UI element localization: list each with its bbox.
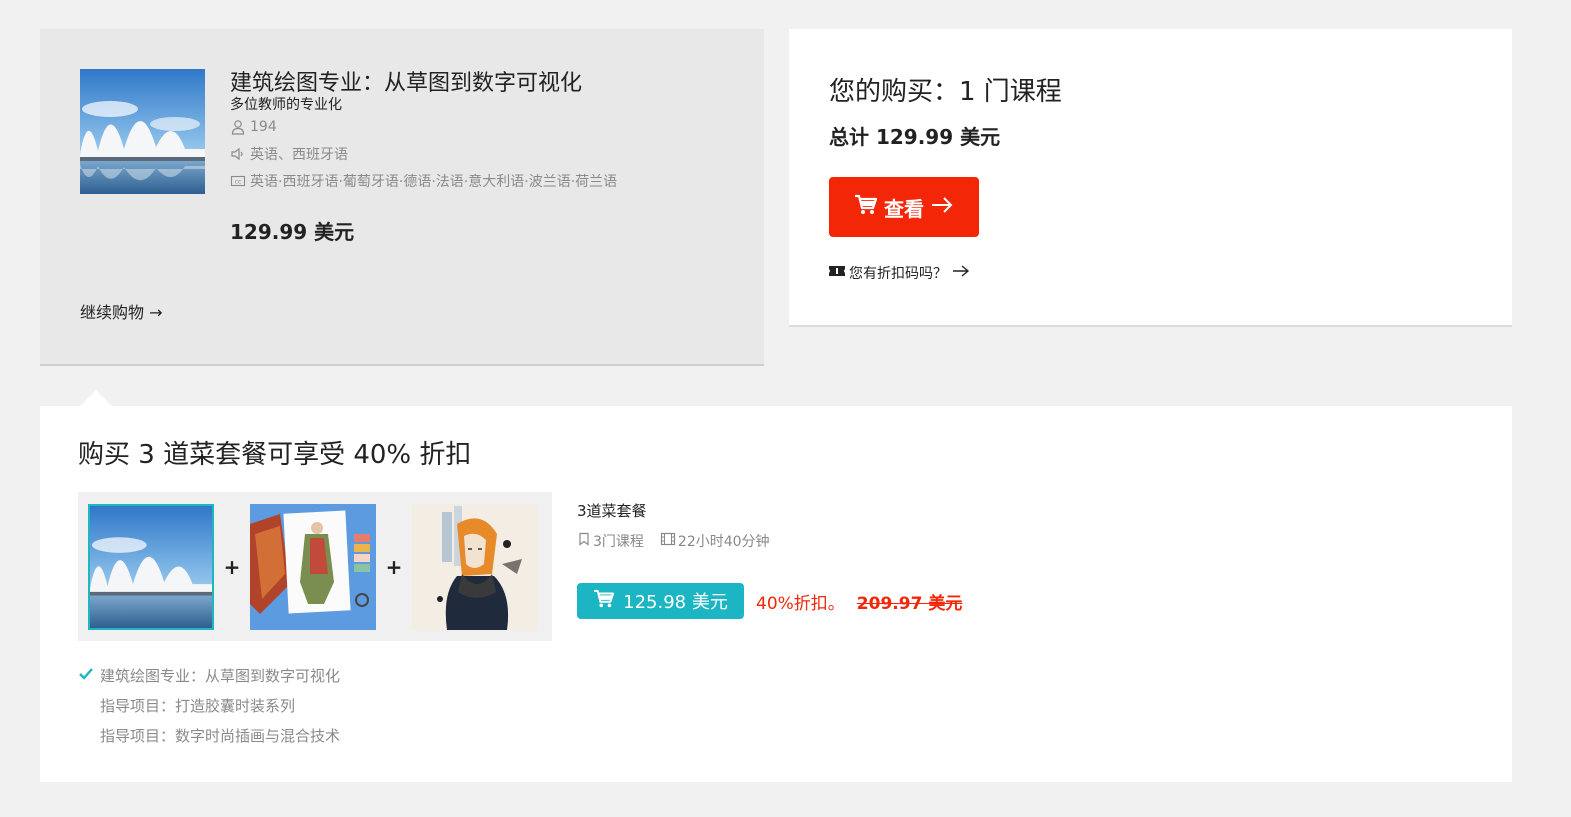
- bundle-course-2-image[interactable]: [250, 503, 376, 630]
- bundle-course-item: 建筑绘图专业：从草图到数字可视化: [78, 660, 340, 690]
- bundle-offer-section: 购买 3 道菜套餐可享受 40% 折扣 + + 3道菜套餐 3门课程 22小时4…: [40, 390, 1512, 782]
- course-subtitle: 多位教师的专业化: [230, 97, 342, 113]
- cart-item-card: 建筑绘图专业：从草图到数字可视化 多位教师的专业化 194 英语、西班牙语 cc…: [40, 29, 764, 366]
- cart-icon: [854, 194, 878, 221]
- cart-icon: [593, 589, 615, 614]
- coupon-link[interactable]: 您有折扣码吗？: [829, 263, 971, 283]
- purchase-summary-card: 您的购买：1 门课程 总计 129.99 美元 查看 您有折扣码吗？: [789, 29, 1512, 327]
- bundle-course-item: 指导项目：打造胶囊时装系列: [78, 690, 340, 720]
- students-count: 194: [250, 118, 277, 135]
- bundle-course-label[interactable]: 指导项目：打造胶囊时装系列: [100, 695, 295, 716]
- audio-row: 英语、西班牙语: [230, 140, 750, 167]
- bundle-buy-price: 125.98 美元: [623, 592, 728, 613]
- course-thumbnail[interactable]: [80, 69, 205, 194]
- checkout-button[interactable]: 查看: [829, 177, 979, 237]
- bundle-notch: [80, 390, 112, 406]
- checkout-label: 查看: [884, 196, 924, 221]
- course-price: 129.99 美元: [230, 220, 355, 244]
- duration-item: 22小时40分钟: [660, 531, 770, 551]
- check-icon: [78, 666, 94, 682]
- subtitle-languages: 英语·西班牙语·葡萄牙语·德语·法语·意大利语·波兰语·荷兰语: [250, 173, 618, 190]
- bundle-buy-button[interactable]: 125.98 美元: [577, 583, 744, 619]
- duration: 22小时40分钟: [677, 534, 770, 550]
- bundle-name: 3道菜套餐: [577, 502, 647, 520]
- courses-count-item: 3门课程: [577, 531, 644, 551]
- speaker-icon: [230, 146, 246, 162]
- bundle-buy-row: 125.98 美元 40%折扣。 209.97 美元: [577, 583, 1177, 619]
- arrow-right-icon: [951, 264, 971, 282]
- bundle-course-item: 指导项目：数字时尚插画与混合技术: [78, 720, 340, 750]
- bundle-discount: 40%折扣。: [756, 593, 845, 614]
- old-price-number: 209.97: [856, 593, 923, 614]
- cc-icon: cc: [230, 173, 246, 189]
- bundle-course-1-image[interactable]: [88, 503, 214, 630]
- bundle-images: + +: [78, 492, 552, 641]
- arrow-right-icon: [930, 195, 954, 219]
- courses-count: 3门课程: [593, 534, 644, 550]
- audio-languages: 英语、西班牙语: [250, 146, 348, 163]
- bookmark-icon: [577, 532, 591, 550]
- film-icon: [660, 532, 676, 550]
- old-price-unit: 美元: [922, 593, 963, 614]
- user-icon: [230, 119, 246, 135]
- bundle-info: 3道菜套餐 3门课程 22小时40分钟 125.98 美元 40%折扣。 209…: [577, 500, 1177, 619]
- bundle-course-label[interactable]: 建筑绘图专业：从草图到数字可视化: [100, 665, 340, 686]
- plus-sign: +: [385, 554, 403, 579]
- bundle-title: 购买 3 道菜套餐可享受 40% 折扣: [78, 440, 472, 470]
- students-row: 194: [230, 113, 750, 140]
- course-title[interactable]: 建筑绘图专业：从草图到数字可视化: [230, 69, 750, 99]
- plus-sign: +: [223, 554, 241, 579]
- bundle-old-price: 209.97 美元: [857, 589, 963, 614]
- bundle-meta: 3门课程 22小时40分钟: [577, 531, 1177, 551]
- summary-total: 总计 129.99 美元: [829, 125, 1001, 149]
- subtitles-row: cc 英语·西班牙语·葡萄牙语·德语·法语·意大利语·波兰语·荷兰语: [230, 167, 750, 194]
- ticket-icon: [829, 265, 845, 281]
- continue-shopping-link[interactable]: 继续购物 →: [80, 299, 163, 323]
- bundle-course-label[interactable]: 指导项目：数字时尚插画与混合技术: [100, 725, 340, 746]
- summary-title: 您的购买：1 门课程: [829, 77, 1062, 107]
- svg-text:cc: cc: [235, 178, 242, 185]
- bundle-course-list: 建筑绘图专业：从草图到数字可视化 指导项目：打造胶囊时装系列 指导项目：数字时尚…: [78, 660, 340, 750]
- coupon-label: 您有折扣码吗？: [849, 266, 947, 282]
- bundle-course-3-image[interactable]: [412, 503, 538, 630]
